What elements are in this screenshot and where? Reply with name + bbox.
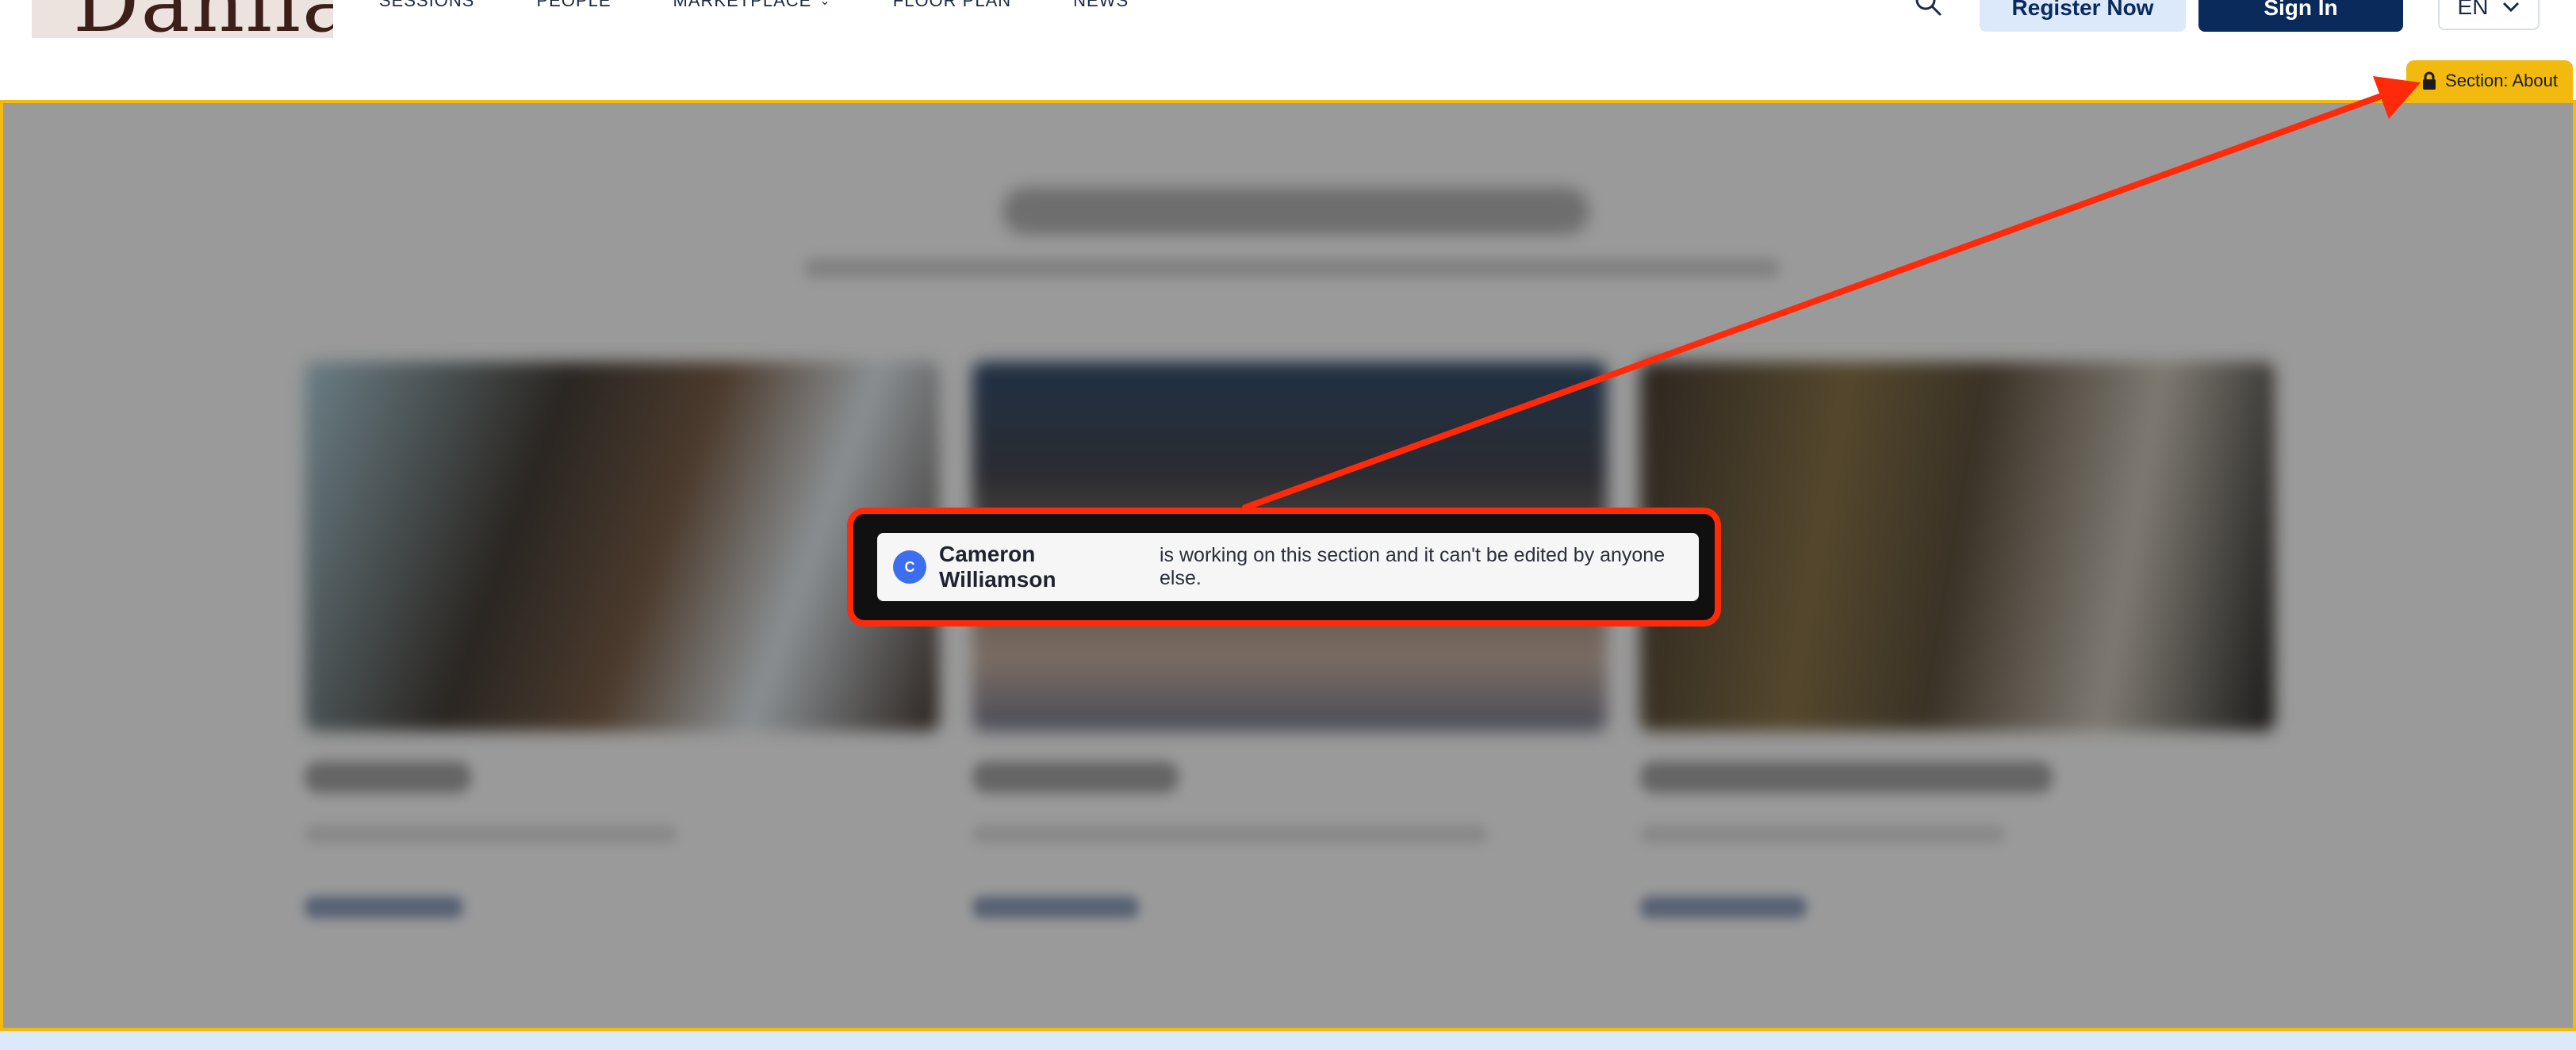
card-link-blurred <box>305 896 463 918</box>
nav-item-sessions[interactable]: SESSIONS <box>379 0 474 11</box>
lock-notice-toast: C Cameron Williamson is working on this … <box>877 533 1699 601</box>
language-select[interactable]: EN <box>2438 0 2540 30</box>
lock-icon <box>2423 71 2436 90</box>
nav-item-people[interactable]: PEOPLE <box>536 0 611 11</box>
nav-item-news[interactable]: NEWS <box>1073 0 1129 11</box>
logo[interactable]: Dahlia <box>32 0 333 38</box>
card-link-blurred <box>1640 896 1807 918</box>
register-now-button[interactable]: Register Now <box>1980 0 2186 32</box>
top-navigation: Dahlia SESSIONS PEOPLE MARKETPLACE ⌄ FLO… <box>0 0 2576 98</box>
section-subtitle-blurred <box>804 259 1780 278</box>
avatar: C <box>893 550 926 584</box>
card-image <box>305 362 939 731</box>
sign-in-button[interactable]: Sign In <box>2198 0 2403 32</box>
language-value: EN <box>2457 0 2489 19</box>
section-badge[interactable]: Section: About <box>2406 60 2573 102</box>
main-nav: SESSIONS PEOPLE MARKETPLACE ⌄ FLOOR PLAN… <box>379 0 1190 11</box>
card-link-blurred <box>972 896 1139 918</box>
chevron-down-icon: ⌄ <box>819 0 831 8</box>
logo-text: Dahlia <box>73 0 333 38</box>
search-icon[interactable] <box>1913 0 1945 21</box>
next-section-strip <box>0 1031 2576 1050</box>
editing-user-name: Cameron Williamson <box>939 542 1056 592</box>
card-image <box>1640 362 2275 731</box>
card-title-blurred <box>972 761 1179 793</box>
card-title-blurred <box>305 761 471 793</box>
card-text-blurred <box>305 825 677 844</box>
card-text-blurred <box>1640 825 2005 844</box>
card-text-blurred <box>972 825 1488 844</box>
nav-item-marketplace[interactable]: MARKETPLACE ⌄ <box>673 0 831 11</box>
lock-notice-message: is working on this section and it can't … <box>1160 544 1666 589</box>
chevron-down-icon <box>2503 2 2520 13</box>
section-title-blurred <box>1002 187 1589 235</box>
card-title-blurred <box>1640 761 2053 793</box>
nav-item-floor-plan[interactable]: FLOOR PLAN <box>893 0 1011 11</box>
section-badge-label: Section: About <box>2445 71 2558 90</box>
